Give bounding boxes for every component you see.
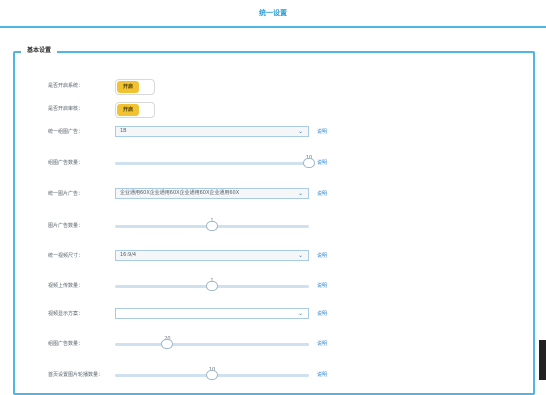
field-label: 统一视频尺寸： (48, 253, 84, 259)
row-system-enable: 是否开启系统： 开启 (0, 79, 546, 95)
row-video-display: 视频显示方案： ⌄ 说明 (0, 307, 546, 321)
slider-handle[interactable] (161, 339, 174, 349)
chevron-down-icon: ⌄ (298, 310, 304, 317)
slider-handle[interactable] (206, 221, 218, 231)
slider-track[interactable]: 10 (115, 367, 309, 380)
select-value: 1B (120, 128, 127, 134)
field-label: 是否开启系统： (48, 83, 84, 89)
toggle-on-label: 开启 (117, 104, 139, 116)
image-ad-select[interactable]: 企业通用60X企业通用60X企业通用60X企业通用60X ⌄ (115, 188, 309, 199)
field-label: 图片广告数量： (48, 223, 84, 229)
field-label: 视频显示方案： (48, 311, 84, 317)
select-value: 16:9/4 (120, 252, 137, 258)
row-group-ad-count-2: 组图广告数量： 20 说明 (0, 336, 546, 351)
help-link[interactable]: 说明 (317, 128, 327, 135)
video-size-select[interactable]: 16:9/4 ⌄ (115, 250, 309, 261)
field-label: 视频上传数量： (48, 283, 84, 289)
help-link[interactable]: 说明 (317, 159, 327, 166)
slider-track[interactable]: 1 (115, 218, 309, 231)
help-link[interactable]: 说明 (317, 340, 327, 347)
review-enable-toggle[interactable]: 开启 (115, 102, 155, 118)
row-group-ad-count: 组图广告数量： 10 说明 (0, 155, 546, 170)
window-edge (539, 340, 546, 380)
chevron-down-icon: ⌄ (298, 252, 304, 259)
chevron-down-icon: ⌄ (298, 128, 304, 135)
field-label: 是否开启审核： (48, 106, 84, 112)
video-display-select[interactable]: ⌄ (115, 308, 309, 319)
help-link[interactable]: 说明 (317, 190, 327, 197)
field-label: 组图广告数量： (48, 341, 84, 347)
row-image-ad: 统一图片广告： 企业通用60X企业通用60X企业通用60X企业通用60X ⌄ 说… (0, 187, 546, 201)
field-label: 统一组图广告： (48, 129, 84, 135)
slider-track[interactable]: 10 (115, 155, 315, 168)
page-title: 统一设置 (259, 9, 287, 17)
help-link[interactable]: 说明 (317, 252, 327, 259)
row-review-enable: 是否开启审核： 开启 (0, 102, 546, 118)
row-image-ad-count: 图片广告数量： 1 (0, 218, 546, 233)
slider-handle[interactable] (206, 370, 218, 380)
slider-handle[interactable] (206, 281, 218, 291)
system-enable-toggle[interactable]: 开启 (115, 79, 155, 95)
slider-track[interactable]: 1 (115, 278, 309, 291)
row-video-size: 统一视频尺寸： 16:9/4 ⌄ 说明 (0, 249, 546, 263)
top-bar: 统一设置 (0, 0, 546, 28)
slider-track[interactable]: 20 (115, 336, 309, 349)
field-label: 首页设置图片轮播数量： (48, 372, 104, 378)
help-link[interactable]: 说明 (317, 371, 327, 378)
slider-handle[interactable] (303, 158, 315, 168)
toggle-on-label: 开启 (117, 81, 139, 93)
help-link[interactable]: 说明 (317, 310, 327, 317)
row-group-ad: 统一组图广告： 1B ⌄ 说明 (0, 125, 546, 139)
field-label: 组图广告数量： (48, 160, 84, 166)
select-value: 企业通用60X企业通用60X企业通用60X企业通用60X (120, 190, 240, 196)
row-video-upload-count: 视频上传数量： 1 说明 (0, 278, 546, 293)
field-label: 统一图片广告： (48, 191, 84, 197)
chevron-down-icon: ⌄ (298, 190, 304, 197)
section-legend: 基本设置 (21, 46, 58, 56)
help-link[interactable]: 说明 (317, 282, 327, 289)
group-ad-select[interactable]: 1B ⌄ (115, 126, 309, 137)
